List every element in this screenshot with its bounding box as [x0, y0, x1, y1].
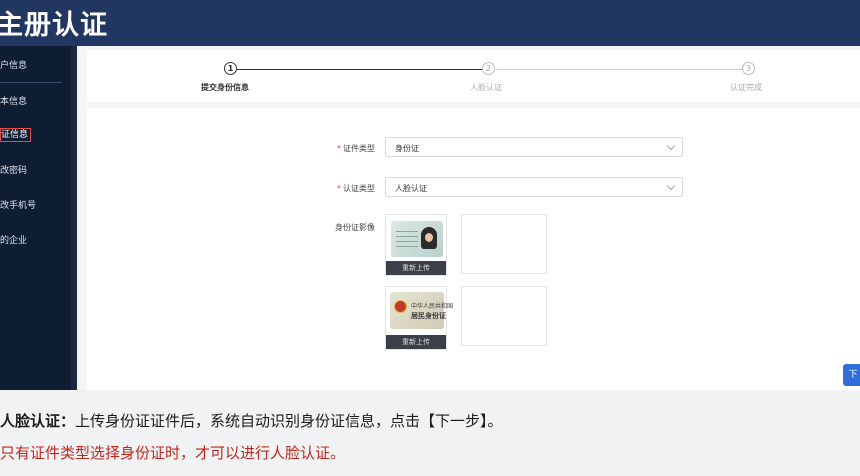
- caption-heading: 人脸认证：: [0, 412, 76, 430]
- instruction-caption: 人脸认证：上传身份证证件后，系统自动识别身份证信息，点击【下一步】。 只有证件类…: [0, 390, 860, 476]
- id-photo-face: [425, 233, 433, 242]
- sidebar-divider: [0, 82, 62, 83]
- header-bar: 主册认证: [0, 0, 860, 46]
- id-back-upload[interactable]: 中华人民共和国 居民身份证 重新上传: [385, 286, 453, 350]
- auth-type-value: 人脸认证: [395, 184, 427, 193]
- auth-type-label-text: 认证类型: [343, 184, 375, 193]
- reupload-front-button[interactable]: 重新上传: [386, 261, 446, 275]
- step-3-label: 认证完成: [730, 83, 762, 92]
- reupload-back-button[interactable]: 重新上传: [386, 335, 446, 349]
- step-2-label: 人脸认证: [470, 83, 502, 92]
- app-root: 主册认证 户信息 本信息 证信息 改密码 改手机号 的企业 1 提交身份信息 2…: [0, 0, 860, 476]
- step-1-circle: 1: [224, 62, 237, 75]
- required-mark: *: [337, 184, 341, 193]
- step-connector-2: [497, 69, 750, 70]
- sidebar-item-cert-info[interactable]: 证信息: [0, 128, 32, 142]
- step-1-label: 提交身份信息: [201, 83, 249, 92]
- card-back-line1: 中华人民共和国: [411, 303, 454, 310]
- sidebar-item-label: 户信息: [0, 61, 28, 71]
- sidebar-item-label: 改手机号: [0, 201, 37, 211]
- step-connector-1: [237, 69, 490, 70]
- chevron-down-icon: [666, 181, 676, 191]
- auth-type-select[interactable]: 人脸认证: [385, 177, 683, 197]
- step-2-circle: 2: [482, 62, 495, 75]
- id-back-preview-box: [461, 286, 547, 346]
- caption-line-2: 只有证件类型选择身份证时，才可以进行人脸认证。: [0, 444, 346, 462]
- id-front-preview-box: [461, 214, 547, 274]
- sidebar-item-account-info[interactable]: 户信息: [0, 60, 27, 72]
- sidebar-item-change-phone[interactable]: 改手机号: [0, 200, 36, 212]
- id-image-label: 身份证影像: [335, 223, 375, 232]
- id-card-front-image: [391, 221, 443, 257]
- sidebar: 户信息 本信息 证信息 改密码 改手机号 的企业: [0, 46, 77, 390]
- caption-line-1: 人脸认证：上传身份证证件后，系统自动识别身份证信息，点击【下一步】。: [0, 410, 503, 431]
- sidebar-item-label: 改密码: [0, 166, 28, 176]
- sidebar-item-label: 本信息: [0, 97, 28, 107]
- id-card-back-image: 中华人民共和国 居民身份证: [390, 292, 453, 329]
- cert-type-value: 身份证: [395, 144, 419, 153]
- sidebar-item-label: 的企业: [0, 236, 28, 246]
- progress-steps: 1 提交身份信息 2 人脸认证 3 认证完成: [87, 50, 860, 108]
- card-back-line2: 居民身份证: [411, 311, 446, 320]
- cert-type-label: * 证件类型: [337, 143, 375, 154]
- cert-type-select[interactable]: 身份证: [385, 137, 683, 157]
- sidebar-item-change-password[interactable]: 改密码: [0, 165, 27, 177]
- step-3-circle: 3: [742, 62, 755, 75]
- cert-type-label-text: 证件类型: [343, 144, 375, 153]
- auth-type-label: * 认证类型: [337, 183, 375, 194]
- id-front-upload[interactable]: 重新上传: [385, 214, 447, 276]
- sidebar-item-basic-info[interactable]: 本信息: [0, 96, 27, 108]
- next-step-button[interactable]: 下: [843, 364, 860, 386]
- main-content: 1 提交身份信息 2 人脸认证 3 认证完成 * 证件类型 身份证 * 认证类型 人…: [77, 46, 860, 390]
- caption-line-1-text: 上传身份证证件后，系统自动识别身份证信息，点击【下一步】。: [75, 412, 503, 430]
- id-card-text-lines: [396, 231, 418, 249]
- chevron-down-icon: [666, 141, 676, 151]
- required-mark: *: [337, 144, 341, 153]
- page-title: 主册认证: [0, 10, 108, 41]
- form-panel: 1 提交身份信息 2 人脸认证 3 认证完成 * 证件类型 身份证 * 认证类型 人…: [87, 50, 860, 390]
- sidebar-item-label: 证信息: [0, 128, 32, 142]
- id-card-back-text: 中华人民共和国 居民身份证: [411, 302, 453, 321]
- national-emblem-icon: [394, 300, 407, 313]
- sidebar-item-my-company[interactable]: 的企业: [0, 235, 27, 247]
